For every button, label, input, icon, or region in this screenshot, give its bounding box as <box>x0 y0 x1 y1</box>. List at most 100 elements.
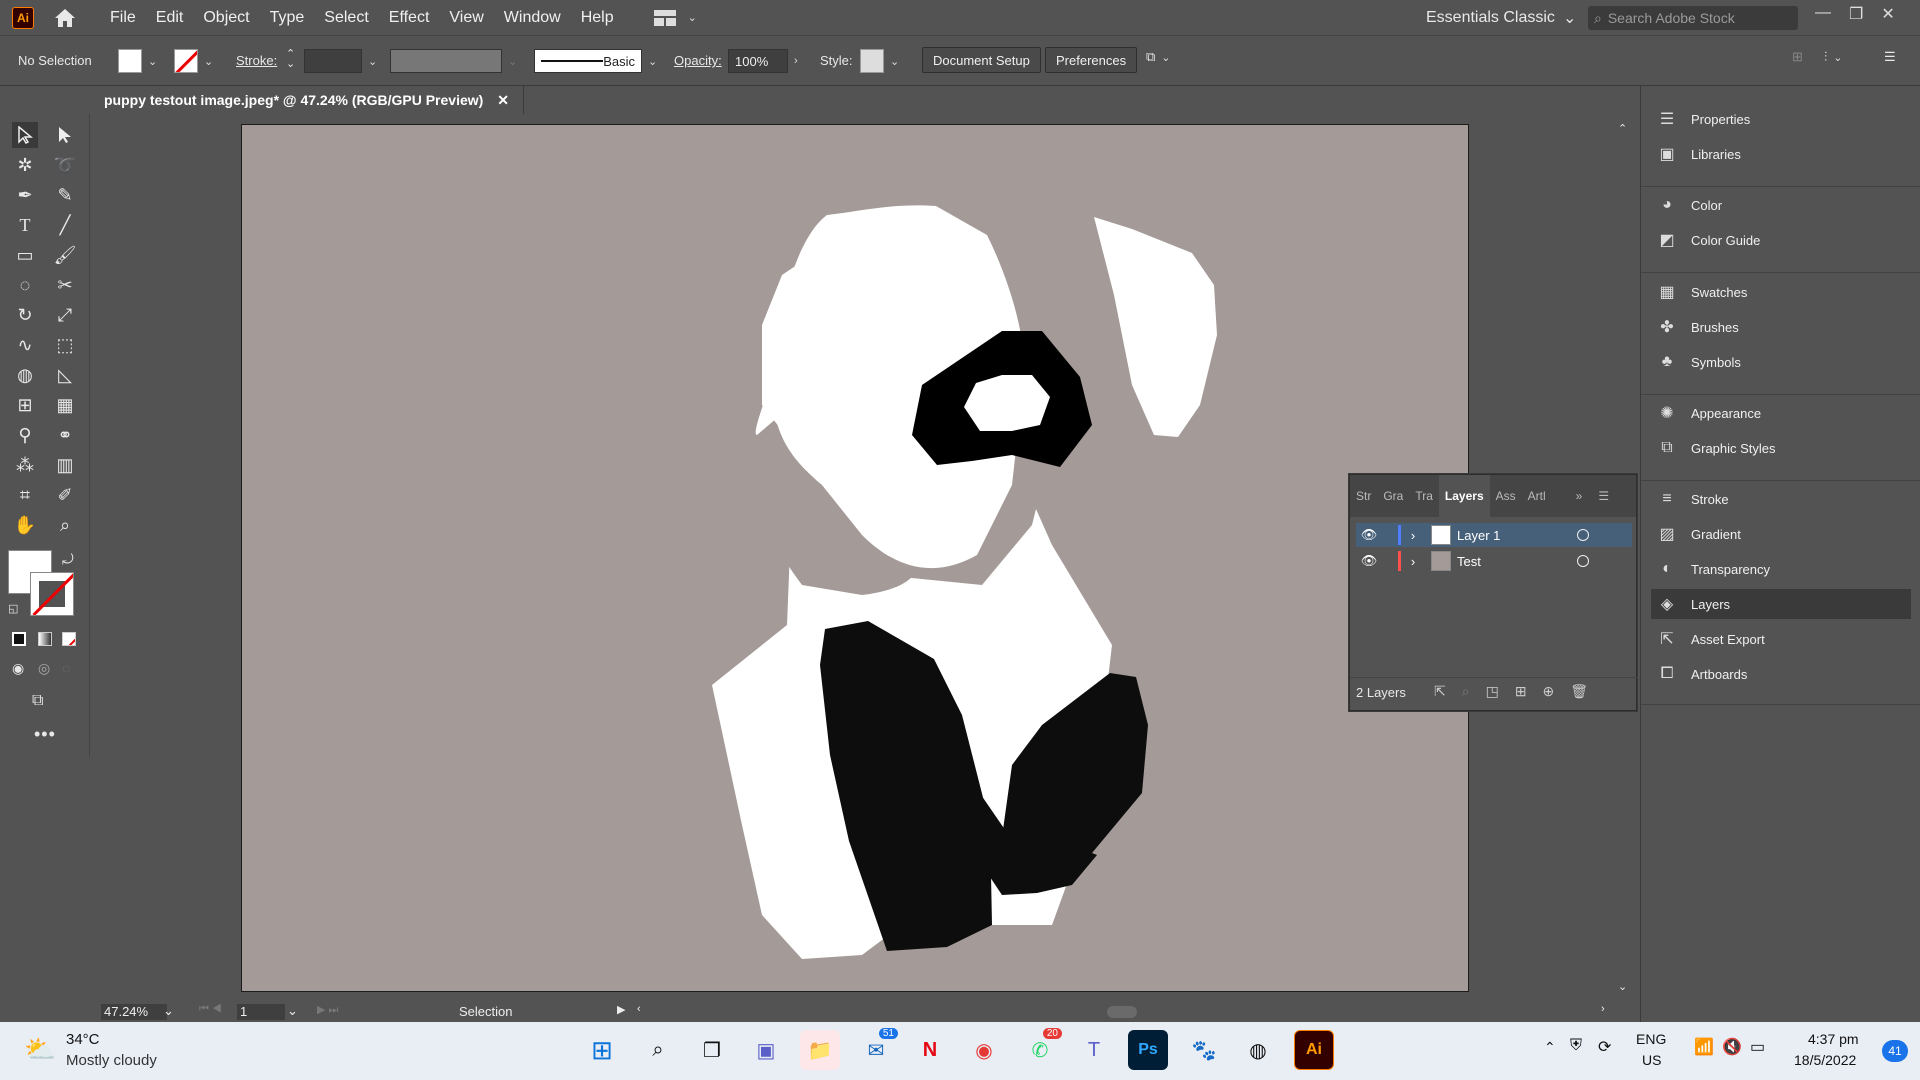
notification-badge[interactable]: 41 <box>1882 1040 1908 1062</box>
stroke-weight-field[interactable]: ⌄ <box>304 49 377 73</box>
search-icon[interactable]: ⌕ <box>638 1030 678 1070</box>
chevron-down-icon[interactable]: ⌄ <box>163 1003 174 1019</box>
brush-definition[interactable]: Basic ⌄ <box>534 49 657 73</box>
menu-view[interactable]: View <box>439 9 493 27</box>
panel-color-guide[interactable]: ◩ Color Guide <box>1651 225 1911 255</box>
menu-window[interactable]: Window <box>494 9 571 27</box>
panel-artboards[interactable]: ⧠ Artboards <box>1651 659 1911 689</box>
first-artboard-icon[interactable]: ⏮ ◀ <box>199 1003 222 1016</box>
wifi-icon[interactable]: 📶 <box>1694 1037 1714 1057</box>
arrange-icon[interactable]: ⧉ ⌄ <box>1146 49 1171 65</box>
rectangle-tool-icon[interactable]: ▭ <box>12 242 38 268</box>
tab-asset-export[interactable]: Ass <box>1490 475 1522 517</box>
draw-behind-icon[interactable]: ◎ <box>38 660 50 677</box>
lasso-tool-icon[interactable]: ➰ <box>52 152 78 178</box>
mesh-tool-icon[interactable]: ⊞ <box>12 392 38 418</box>
home-icon[interactable] <box>52 6 78 30</box>
expand-chevron-icon[interactable]: › <box>1401 554 1425 569</box>
task-view-icon[interactable]: ❐ <box>692 1030 732 1070</box>
clipping-mask-icon[interactable]: ◳ <box>1486 683 1499 700</box>
file-explorer-icon[interactable]: 📁 <box>800 1030 840 1070</box>
delete-layer-icon[interactable]: 🗑 <box>1570 683 1588 700</box>
zoom-field[interactable]: 47.24% <box>101 1004 167 1020</box>
screen-mode-icon[interactable]: ⧉ <box>32 692 43 710</box>
scale-tool-icon[interactable]: ⤢ <box>52 302 78 328</box>
magic-wand-tool-icon[interactable]: ✲ <box>12 152 38 178</box>
draw-inside-icon[interactable]: ◌ <box>62 660 70 676</box>
selection-tool-icon[interactable] <box>12 122 38 148</box>
paintbrush-tool-icon[interactable]: 🖌 <box>52 242 78 268</box>
close-icon[interactable]: ✕ <box>1881 4 1894 24</box>
last-artboard-icon[interactable]: ▶ ⏭ <box>317 1003 338 1017</box>
scroll-down-icon[interactable]: ⌄ <box>1618 980 1627 993</box>
panel-gradient[interactable]: ▨ Gradient <box>1651 519 1911 549</box>
panel-asset-export[interactable]: ⇱ Asset Export <box>1651 624 1911 654</box>
artboard[interactable] <box>241 124 1469 992</box>
stroke-color-box[interactable] <box>30 572 74 616</box>
gradient-tool-icon[interactable]: ▦ <box>52 392 78 418</box>
draw-normal-icon[interactable]: ◉ <box>12 660 24 677</box>
weather-description[interactable]: Mostly cloudy <box>66 1052 157 1069</box>
layer-name[interactable]: Test <box>1457 554 1577 569</box>
variable-width-profile[interactable]: ⌄ <box>390 49 517 73</box>
default-fill-stroke-icon[interactable]: ◱ <box>8 602 18 615</box>
target-circle-icon[interactable] <box>1577 555 1589 567</box>
app-icon[interactable]: ◍ <box>1238 1030 1278 1070</box>
minimize-icon[interactable]: — <box>1815 4 1831 24</box>
clock-date[interactable]: 18/5/2022 <box>1794 1052 1856 1068</box>
panel-stroke[interactable]: ≡ Stroke <box>1651 484 1911 514</box>
shape-builder-tool-icon[interactable]: ◍ <box>12 362 38 388</box>
visibility-eye-icon[interactable]: 👁 <box>1356 553 1382 569</box>
restore-icon[interactable]: ❐ <box>1849 4 1863 24</box>
start-icon[interactable]: ⊞ <box>582 1030 622 1070</box>
tab-gradient[interactable]: Gra <box>1377 475 1409 517</box>
color-mode-icon[interactable] <box>12 632 26 646</box>
puppy-artwork[interactable] <box>242 125 1470 993</box>
chat-icon[interactable]: ▣ <box>746 1030 786 1070</box>
menu-file[interactable]: File <box>100 9 146 27</box>
new-layer-icon[interactable]: ⊕ <box>1543 683 1555 700</box>
scroll-right-icon[interactable]: › <box>1601 1003 1605 1015</box>
scroll-up-icon[interactable]: ⌃ <box>1618 122 1627 135</box>
weather-temperature[interactable]: 34°C <box>66 1031 100 1048</box>
column-graph-tool-icon[interactable]: ▥ <box>52 452 78 478</box>
layer-name[interactable]: Layer 1 <box>1457 528 1577 543</box>
layer-row[interactable]: 👁 › Test <box>1356 549 1632 573</box>
slice-tool-icon[interactable]: ✐ <box>52 482 78 508</box>
edit-toolbar-icon[interactable]: ••• <box>34 724 56 745</box>
blend-tool-icon[interactable]: ⚭ <box>52 422 78 448</box>
security-icon[interactable]: ⛨ <box>1570 1037 1582 1055</box>
panel-properties[interactable]: ☰ Properties <box>1651 104 1911 134</box>
whatsapp-icon[interactable]: ✆ 20 <box>1020 1028 1062 1070</box>
target-circle-icon[interactable] <box>1577 529 1589 541</box>
none-mode-icon[interactable] <box>62 632 76 646</box>
menu-object[interactable]: Object <box>193 9 259 27</box>
stroke-weight-stepper[interactable]: ⌃ ⌄ <box>286 49 295 70</box>
panel-color[interactable]: ◕ Color <box>1651 190 1911 220</box>
volume-muted-icon[interactable]: 🔇 <box>1722 1037 1742 1057</box>
status-menu-icon[interactable]: ▶ <box>617 1003 625 1016</box>
battery-icon[interactable]: ▭ <box>1750 1037 1765 1057</box>
layers-menu-icon[interactable]: ☰ <box>1598 489 1609 503</box>
panel-brushes[interactable]: ✤ Brushes <box>1651 312 1911 342</box>
panel-swatches[interactable]: ▦ Swatches <box>1651 277 1911 307</box>
new-sublayer-icon[interactable]: ⊞ <box>1515 683 1527 700</box>
netflix-icon[interactable]: N <box>910 1030 950 1070</box>
illustrator-taskbar-icon[interactable]: Ai <box>1294 1030 1334 1070</box>
curvature-tool-icon[interactable]: ✎ <box>52 182 78 208</box>
swap-fill-stroke-icon[interactable]: ⤾ <box>62 551 74 568</box>
show-hidden-icons[interactable]: ⌃ <box>1544 1039 1556 1056</box>
sync-icon[interactable]: ⟳ <box>1598 1037 1611 1057</box>
collapse-panel-icon[interactable]: » <box>1576 489 1583 503</box>
eyedropper-tool-icon[interactable]: ⚲ <box>12 422 38 448</box>
graphic-style-swatch[interactable]: ⌄ <box>860 49 899 73</box>
free-transform-tool-icon[interactable]: ⬚ <box>52 332 78 358</box>
type-tool-icon[interactable]: T <box>12 212 38 238</box>
layer-row[interactable]: 👁 › Layer 1 <box>1356 523 1632 547</box>
tab-stroke[interactable]: Str <box>1350 475 1377 517</box>
gimp-icon[interactable]: 🐾 <box>1184 1030 1224 1070</box>
mail-icon[interactable]: ✉ 51 <box>856 1028 898 1070</box>
clock-time[interactable]: 4:37 pm <box>1808 1031 1859 1047</box>
horizontal-scroll-thumb[interactable] <box>1107 1006 1137 1018</box>
symbol-sprayer-tool-icon[interactable]: ⁂ <box>12 452 38 478</box>
